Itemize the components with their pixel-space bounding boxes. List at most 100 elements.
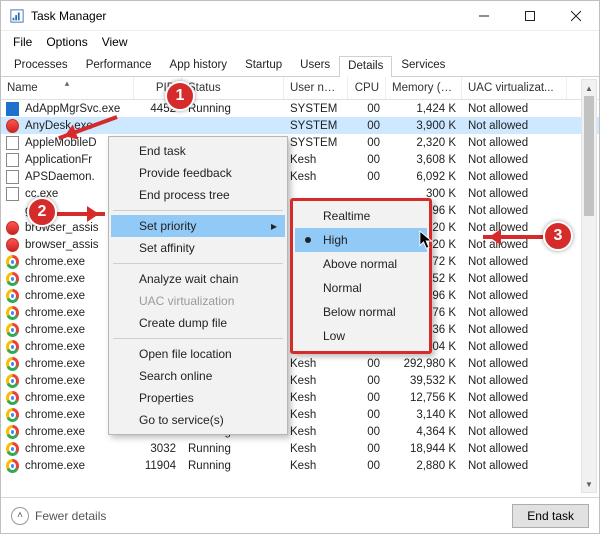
annotation-badge-2: 2 xyxy=(27,197,57,227)
col-status[interactable]: Status xyxy=(182,77,284,99)
process-icon xyxy=(1,323,19,337)
process-icon xyxy=(1,374,19,388)
process-icon xyxy=(1,272,19,286)
tab-details[interactable]: Details xyxy=(339,56,392,77)
cell-cpu: 00 xyxy=(348,171,386,183)
process-context-menu[interactable]: End taskProvide feedbackEnd process tree… xyxy=(108,136,288,435)
cell-name: chrome.exe xyxy=(19,443,134,455)
menu-item-analyze-wait-chain[interactable]: Analyze wait chain xyxy=(111,268,285,290)
table-row[interactable]: chrome.exeKesh00292,980 KNot allowed xyxy=(1,355,599,372)
fewer-details-button[interactable]: ˄ Fewer details xyxy=(11,507,106,525)
menu-item-provide-feedback[interactable]: Provide feedback xyxy=(111,162,285,184)
cell-uac: Not allowed xyxy=(462,171,567,183)
process-icon xyxy=(1,289,19,303)
cell-memory: 4,364 K xyxy=(386,426,462,438)
priority-below-normal[interactable]: Below normal xyxy=(295,300,427,324)
menu-item-set-affinity[interactable]: Set affinity xyxy=(111,237,285,259)
window-close-button[interactable] xyxy=(553,1,599,31)
taskmgr-app-icon xyxy=(9,8,25,24)
menu-options[interactable]: Options xyxy=(40,33,93,51)
menu-item-search-online[interactable]: Search online xyxy=(111,365,285,387)
cell-uac: Not allowed xyxy=(462,341,567,353)
table-row[interactable]: chrome.exeKesh0039,532 KNot allowed xyxy=(1,372,599,389)
process-icon xyxy=(1,357,19,371)
table-row[interactable]: AppleMobileDSYSTEM002,320 KNot allowed xyxy=(1,134,599,151)
scroll-thumb[interactable] xyxy=(584,96,594,216)
col-mem[interactable]: Memory (a... xyxy=(386,77,462,99)
cell-memory: 2,880 K xyxy=(386,460,462,472)
cell-user: Kesh xyxy=(284,171,348,183)
menu-item-create-dump-file[interactable]: Create dump file xyxy=(111,312,285,334)
menu-view[interactable]: View xyxy=(96,33,134,51)
menubar: FileOptionsView xyxy=(1,31,599,53)
cell-cpu: 00 xyxy=(348,358,386,370)
process-icon xyxy=(1,153,19,167)
process-icon xyxy=(1,306,19,320)
tab-performance[interactable]: Performance xyxy=(77,55,161,76)
window-minimize-button[interactable] xyxy=(461,1,507,31)
end-task-button[interactable]: End task xyxy=(512,504,589,528)
cell-uac: Not allowed xyxy=(462,188,567,200)
table-row[interactable]: chrome.exe2960RunningKesh0012,756 KNot a… xyxy=(1,389,599,406)
window-maximize-button[interactable] xyxy=(507,1,553,31)
cell-cpu: 00 xyxy=(348,137,386,149)
menu-item-properties[interactable]: Properties xyxy=(111,387,285,409)
col-uac[interactable]: UAC virtualizat... xyxy=(462,77,567,99)
priority-label: Realtime xyxy=(323,209,370,223)
menu-item-open-file-location[interactable]: Open file location xyxy=(111,343,285,365)
menu-item-end-process-tree[interactable]: End process tree xyxy=(111,184,285,206)
cell-uac: Not allowed xyxy=(462,375,567,387)
priority-high[interactable]: High xyxy=(295,228,427,252)
selected-dot-icon xyxy=(305,237,311,243)
col-name-label: Name xyxy=(7,82,38,94)
cell-memory: 3,140 K xyxy=(386,409,462,421)
cell-memory: 12,756 K xyxy=(386,392,462,404)
menu-item-end-task[interactable]: End task xyxy=(111,140,285,162)
tab-services[interactable]: Services xyxy=(392,55,454,76)
priority-realtime[interactable]: Realtime xyxy=(295,204,427,228)
cell-user: Kesh xyxy=(284,358,348,370)
scroll-track[interactable] xyxy=(582,96,596,476)
table-row[interactable]: ApplicationFrKesh003,608 KNot allowed xyxy=(1,151,599,168)
priority-normal[interactable]: Normal xyxy=(295,276,427,300)
cell-user: SYSTEM xyxy=(284,103,348,115)
menu-file[interactable]: File xyxy=(7,33,38,51)
col-name[interactable]: ▴Name xyxy=(1,77,134,99)
process-icon xyxy=(1,391,19,405)
priority-submenu[interactable]: Realtime High Above normalNormalBelow norm… xyxy=(290,198,432,354)
priority-label: High xyxy=(323,233,348,247)
table-row[interactable]: APSDaemon.Kesh006,092 KNot allowed xyxy=(1,168,599,185)
scroll-down-button[interactable]: ▼ xyxy=(582,476,596,492)
table-row[interactable]: chrome.exe11904RunningKesh002,880 KNot a… xyxy=(1,457,599,474)
process-icon xyxy=(1,408,19,422)
cell-cpu: 00 xyxy=(348,409,386,421)
mouse-cursor xyxy=(419,230,437,255)
process-icon xyxy=(1,442,19,456)
col-cpu[interactable]: CPU xyxy=(348,77,386,99)
table-row[interactable]: AdAppMgrSvc.exe4452RunningSYSTEM001,424 … xyxy=(1,100,599,117)
process-icon xyxy=(1,187,19,201)
tab-processes[interactable]: Processes xyxy=(5,55,77,76)
table-row[interactable]: chrome.exe2652RunningKesh003,140 KNot al… xyxy=(1,406,599,423)
cell-user: SYSTEM xyxy=(284,120,348,132)
tab-users[interactable]: Users xyxy=(291,55,339,76)
tab-startup[interactable]: Startup xyxy=(236,55,291,76)
table-row[interactable]: chrome.exe7532RunningKesh004,364 KNot al… xyxy=(1,423,599,440)
tab-app-history[interactable]: App history xyxy=(161,55,237,76)
cell-user: Kesh xyxy=(284,443,348,455)
process-icon xyxy=(1,102,19,116)
priority-low[interactable]: Low xyxy=(295,324,427,348)
cell-user: Kesh xyxy=(284,426,348,438)
cell-memory: 18,944 K xyxy=(386,443,462,455)
menu-item-go-to-service-s-[interactable]: Go to service(s) xyxy=(111,409,285,431)
cell-user: Kesh xyxy=(284,375,348,387)
cell-uac: Not allowed xyxy=(462,307,567,319)
cell-uac: Not allowed xyxy=(462,273,567,285)
priority-above-normal[interactable]: Above normal xyxy=(295,252,427,276)
scroll-up-button[interactable]: ▲ xyxy=(582,80,596,96)
col-user[interactable]: User name xyxy=(284,77,348,99)
table-row[interactable]: chrome.exe3032RunningKesh0018,944 KNot a… xyxy=(1,440,599,457)
menu-item-set-priority[interactable]: Set priority▸ xyxy=(111,215,285,237)
tab-strip: ProcessesPerformanceApp historyStartupUs… xyxy=(1,53,599,77)
vertical-scrollbar[interactable]: ▲ ▼ xyxy=(581,79,597,493)
